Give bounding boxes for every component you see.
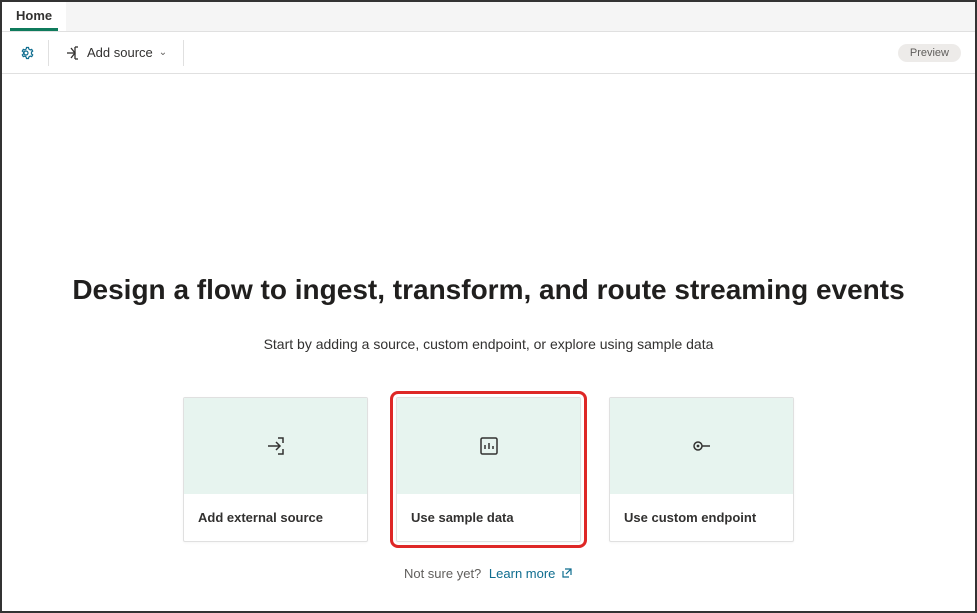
add-source-icon bbox=[65, 45, 81, 61]
card-use-sample-data[interactable]: Use sample data bbox=[396, 397, 581, 542]
add-source-label: Add source bbox=[87, 45, 153, 60]
learn-more-label: Learn more bbox=[489, 566, 555, 581]
cards-row: Add external source Use sample data bbox=[2, 397, 975, 542]
page-title: Design a flow to ingest, transform, and … bbox=[2, 274, 975, 306]
chevron-down-icon: ⌄ bbox=[159, 47, 167, 58]
card-icon-area bbox=[397, 398, 580, 494]
not-sure-text: Not sure yet? bbox=[404, 566, 481, 581]
external-link-icon bbox=[561, 566, 573, 581]
card-label: Add external source bbox=[184, 494, 367, 541]
footer-text: Not sure yet? Learn more bbox=[2, 566, 975, 581]
card-icon-area bbox=[184, 398, 367, 494]
tab-home[interactable]: Home bbox=[2, 2, 66, 31]
gear-icon bbox=[18, 45, 34, 61]
tab-home-label: Home bbox=[16, 8, 52, 23]
main-content: Design a flow to ingest, transform, and … bbox=[2, 74, 975, 581]
page-subtitle: Start by adding a source, custom endpoin… bbox=[2, 336, 975, 352]
card-icon-area bbox=[610, 398, 793, 494]
card-add-external-source[interactable]: Add external source bbox=[183, 397, 368, 542]
card-label: Use custom endpoint bbox=[610, 494, 793, 541]
custom-endpoint-icon bbox=[691, 435, 713, 457]
toolbar-divider bbox=[183, 40, 184, 66]
learn-more-link[interactable]: Learn more bbox=[489, 566, 573, 581]
add-source-button[interactable]: Add source ⌄ bbox=[57, 41, 175, 65]
tab-bar: Home bbox=[2, 2, 975, 32]
toolbar: Add source ⌄ Preview bbox=[2, 32, 975, 74]
card-label: Use sample data bbox=[397, 494, 580, 541]
external-source-icon bbox=[265, 435, 287, 457]
sample-data-icon bbox=[478, 435, 500, 457]
preview-badge: Preview bbox=[898, 44, 961, 62]
card-use-custom-endpoint[interactable]: Use custom endpoint bbox=[609, 397, 794, 542]
toolbar-divider bbox=[48, 40, 49, 66]
settings-button[interactable] bbox=[12, 39, 40, 67]
